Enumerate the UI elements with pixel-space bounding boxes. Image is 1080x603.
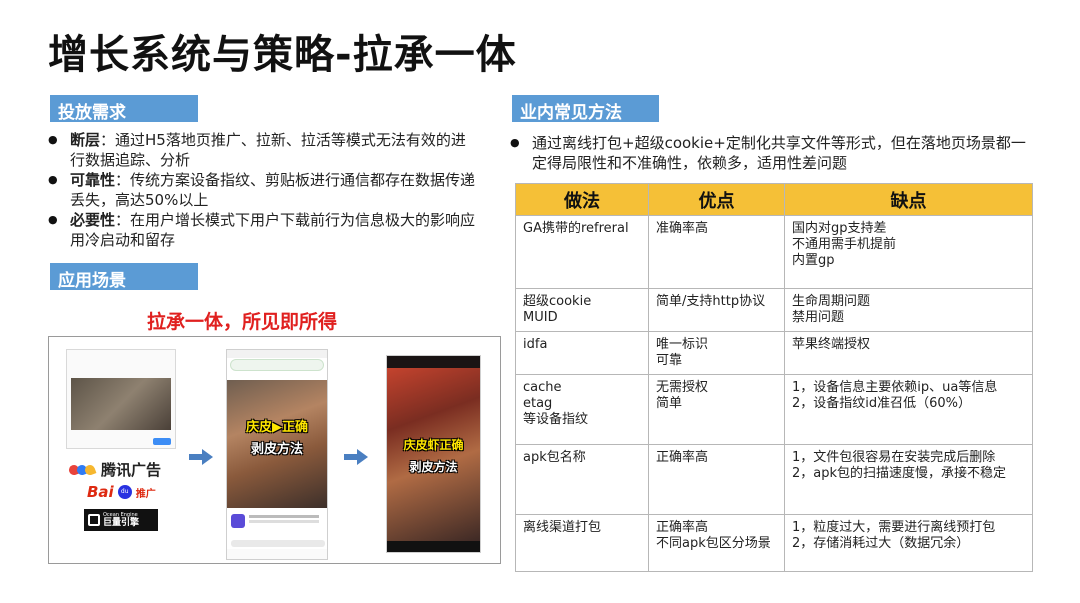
ad-image	[71, 378, 171, 430]
app-video-frame	[387, 368, 480, 543]
baidu-paw-icon: du	[117, 485, 132, 499]
cons-cell: 1，粒度过大，需要进行离线预打包 2，存储消耗过大（数据冗余）	[784, 514, 1033, 572]
table-row: GA携带的refreral 准确率高 国内对gp支持差 不通用需手机提前 内置gp	[515, 215, 1033, 289]
table-header-row: 做法 优点 缺点	[515, 183, 1033, 216]
landing-page-phone: 庆皮▶正确 剥皮方法	[226, 349, 328, 560]
browser-url-bar	[230, 359, 324, 371]
bullet-text: ：传统方案设备指纹、剪贴板进行通信都存在数据传递丢失，高达50%以上	[70, 171, 476, 209]
baidu-suffix: 推广	[135, 488, 156, 500]
method-cell: idfa	[515, 331, 649, 375]
method-cell: cache etag 等设备指纹	[515, 374, 649, 445]
methods-table: 做法 优点 缺点 GA携带的refreral 准确率高 国内对gp支持差 不通用需…	[515, 183, 1033, 572]
status-bar	[227, 350, 327, 358]
method-cell: 离线渠道打包	[515, 514, 649, 572]
table-row: idfa 唯一标识 可靠 苹果终端授权	[515, 331, 1033, 375]
cons-cell: 1，文件包很容易在安装完成后删除 2，apk包的扫描速度慢，承接不稳定	[784, 444, 1033, 515]
pros-cell: 简单/支持http协议	[648, 288, 785, 332]
demand-bullet: 可靠性：传统方案设备指纹、剪贴板进行通信都存在数据传递丢失，高达50%以上	[48, 170, 478, 210]
browser-nav-bar	[227, 549, 327, 559]
demand-bullet: 必要性：在用户增长模式下用户下载前行为信息极大的影响应用冷启动和留存	[48, 210, 478, 250]
pros-cell: 正确率高	[648, 444, 785, 515]
app-video-caption-bottom: 剥皮方法	[409, 460, 458, 474]
arrow-right-icon	[344, 449, 368, 465]
arrow-right-icon	[189, 449, 213, 465]
methods-bullet-list: 通过离线打包+超级cookie+定制化共享文件等形式，但在落地页场景都一定得局限…	[510, 133, 1035, 173]
bullet-term: 断层	[70, 131, 101, 149]
bullet-text: ：通过H5落地页推广、拉新、拉活等模式无法有效的进行数据追踪、分析	[70, 131, 466, 169]
header-method: 做法	[515, 183, 649, 216]
methods-section-label: 业内常见方法	[512, 95, 659, 123]
page-title: 增长系统与策略-拉承一体	[48, 32, 517, 78]
table-row: 离线渠道打包 正确率高 不同apk包区分场景 1，粒度过大，需要进行离线预打包 2，…	[515, 514, 1033, 572]
method-cell: apk包名称	[515, 444, 649, 515]
pros-cell: 唯一标识 可靠	[648, 331, 785, 375]
tencent-ads-text: 腾讯广告	[101, 461, 162, 479]
cons-cell: 苹果终端授权	[784, 331, 1033, 375]
ocean-engine-cn: 巨量引擎	[103, 518, 140, 528]
pros-cell: 无需授权 简单	[648, 374, 785, 445]
ocean-engine-icon	[88, 514, 100, 526]
header-cons: 缺点	[784, 183, 1033, 216]
bullet-text: ：在用户增长模式下用户下载前行为信息极大的影响应用冷启动和留存	[70, 211, 476, 249]
cons-cell: 生命周期问题 禁用问题	[784, 288, 1033, 332]
app-video-phone: 庆皮虾正确 剥皮方法	[386, 355, 481, 553]
video-caption-bottom: 剥皮方法	[250, 442, 303, 457]
scene-caption: 拉承一体，所见即所得	[147, 311, 338, 333]
method-cell: 超级cookie MUID	[515, 288, 649, 332]
pros-cell: 正确率高 不同apk包区分场景	[648, 514, 785, 572]
app-tab-bar	[387, 541, 480, 552]
method-cell: GA携带的refreral	[515, 215, 649, 289]
demand-bullet-list: 断层：通过H5落地页推广、拉新、拉活等模式无法有效的进行数据追踪、分析 可靠性：…	[48, 130, 478, 250]
app-download-bar	[227, 510, 327, 534]
baidu-text: Bai	[87, 483, 114, 501]
pros-cell: 准确率高	[648, 215, 785, 289]
table-row: 超级cookie MUID 简单/支持http协议 生命周期问题 禁用问题	[515, 288, 1033, 332]
demand-section-label: 投放需求	[50, 95, 198, 123]
table-row: apk包名称 正确率高 1，文件包很容易在安装完成后删除 2，apk包的扫描速度慢…	[515, 444, 1033, 515]
tencent-ads-logo: 腾讯广告	[67, 459, 162, 480]
header-pros: 优点	[648, 183, 785, 216]
table-row: cache etag 等设备指纹 无需授权 简单 1，设备信息主要依赖ip、ua等信息…	[515, 374, 1033, 445]
ad-download-button	[153, 438, 171, 445]
bullet-term: 可靠性	[70, 171, 116, 189]
feed-ad-card	[66, 349, 176, 449]
scene-section-label: 应用场景	[50, 263, 198, 291]
bullet-term: 必要性	[70, 211, 116, 229]
download-button	[231, 540, 325, 547]
demand-bullet: 断层：通过H5落地页推广、拉新、拉活等模式无法有效的进行数据追踪、分析	[48, 130, 478, 170]
video-caption-top: 庆皮▶正确	[246, 420, 308, 435]
tencent-ads-icon	[67, 463, 97, 477]
methods-intro: 通过离线打包+超级cookie+定制化共享文件等形式，但在落地页场景都一定得局限…	[510, 133, 1035, 173]
ocean-engine-logo: Ocean Engine 巨量引擎	[84, 509, 158, 531]
scenario-illustration: 腾讯广告 Bai du 推广 Ocean Engine 巨量引擎 庆皮▶正确 剥…	[48, 336, 501, 564]
baidu-promote-logo: Bai du 推广	[87, 483, 156, 501]
cons-cell: 1，设备信息主要依赖ip、ua等信息 2，设备指纹id准召低（60%）	[784, 374, 1033, 445]
app-icon	[231, 514, 245, 528]
cons-cell: 国内对gp支持差 不通用需手机提前 内置gp	[784, 215, 1033, 289]
app-video-caption-top: 庆皮虾正确	[403, 438, 464, 452]
